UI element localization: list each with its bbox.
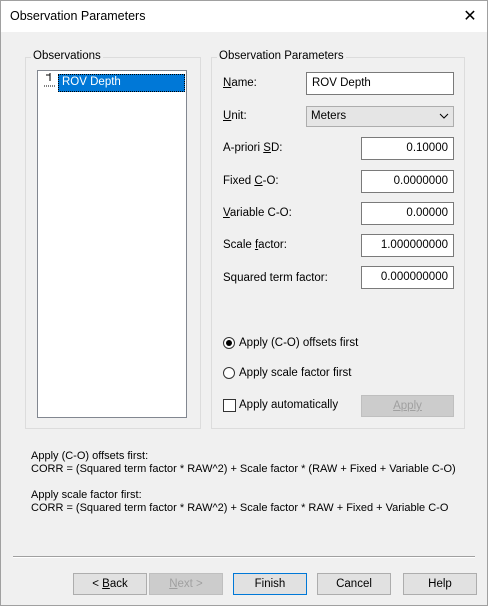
fixed-co-label: Fixed C-O:: [223, 175, 279, 187]
radio-scale-first-label[interactable]: Apply scale factor first: [239, 367, 351, 379]
apriori-sd-field[interactable]: 0.10000: [361, 137, 454, 160]
scale-info-formula: CORR = (Squared term factor * RAW^2) + S…: [31, 502, 449, 514]
name-field[interactable]: ROV Depth: [306, 72, 454, 95]
apply-automatically-checkbox[interactable]: [223, 399, 236, 412]
squared-term-factor-field[interactable]: 0.000000000: [361, 266, 454, 289]
finish-button[interactable]: Finish: [233, 573, 307, 595]
variable-co-field[interactable]: 0.00000: [361, 202, 454, 225]
unit-select-value: Meters: [311, 110, 347, 122]
scale-factor-field[interactable]: 1.000000000: [361, 234, 454, 257]
close-icon[interactable]: ✕: [457, 5, 483, 29]
footer-separator: [13, 556, 475, 558]
back-button[interactable]: < Back: [73, 573, 147, 595]
tree-connector-icon: [44, 73, 56, 87]
unit-select[interactable]: Meters: [306, 106, 454, 127]
apply-automatically-label[interactable]: Apply automatically: [239, 399, 338, 411]
fixed-co-field[interactable]: 0.0000000: [361, 170, 454, 193]
title-bar: Observation Parameters ✕: [1, 1, 487, 32]
radio-scale-first[interactable]: [223, 367, 235, 379]
parameters-group-label: Observation Parameters: [217, 50, 346, 62]
offsets-info-formula: CORR = (Squared term factor * RAW^2) + S…: [31, 463, 456, 475]
scale-info-title: Apply scale factor first:: [31, 489, 142, 501]
list-item-rov-depth[interactable]: ROV Depth: [58, 74, 185, 92]
squared-term-factor-label: Squared term factor:: [223, 272, 328, 284]
observations-group-label: Observations: [31, 50, 103, 62]
unit-label: Unit:: [223, 110, 247, 122]
window-title: Observation Parameters: [10, 9, 146, 23]
dialog-window: Observation Parameters ✕ Observations RO…: [0, 0, 488, 606]
cancel-button[interactable]: Cancel: [317, 573, 391, 595]
apply-button-label: Apply: [393, 400, 422, 412]
chevron-down-icon: [439, 107, 449, 133]
variable-co-label: Variable C-O:: [223, 207, 292, 219]
name-label: Name:: [223, 77, 257, 89]
apriori-sd-label: A-priori SD:: [223, 142, 283, 154]
apply-button[interactable]: Apply: [361, 395, 454, 417]
help-button[interactable]: Help: [403, 573, 477, 595]
radio-offsets-first[interactable]: [223, 337, 235, 349]
observations-list[interactable]: ROV Depth: [37, 70, 187, 418]
next-button[interactable]: Next >: [149, 573, 223, 595]
scale-factor-label: Scale factor:: [223, 239, 287, 251]
radio-offsets-first-label[interactable]: Apply (C-O) offsets first: [239, 337, 358, 349]
list-item-label: ROV Depth: [62, 76, 121, 88]
offsets-info-title: Apply (C-O) offsets first:: [31, 450, 149, 462]
